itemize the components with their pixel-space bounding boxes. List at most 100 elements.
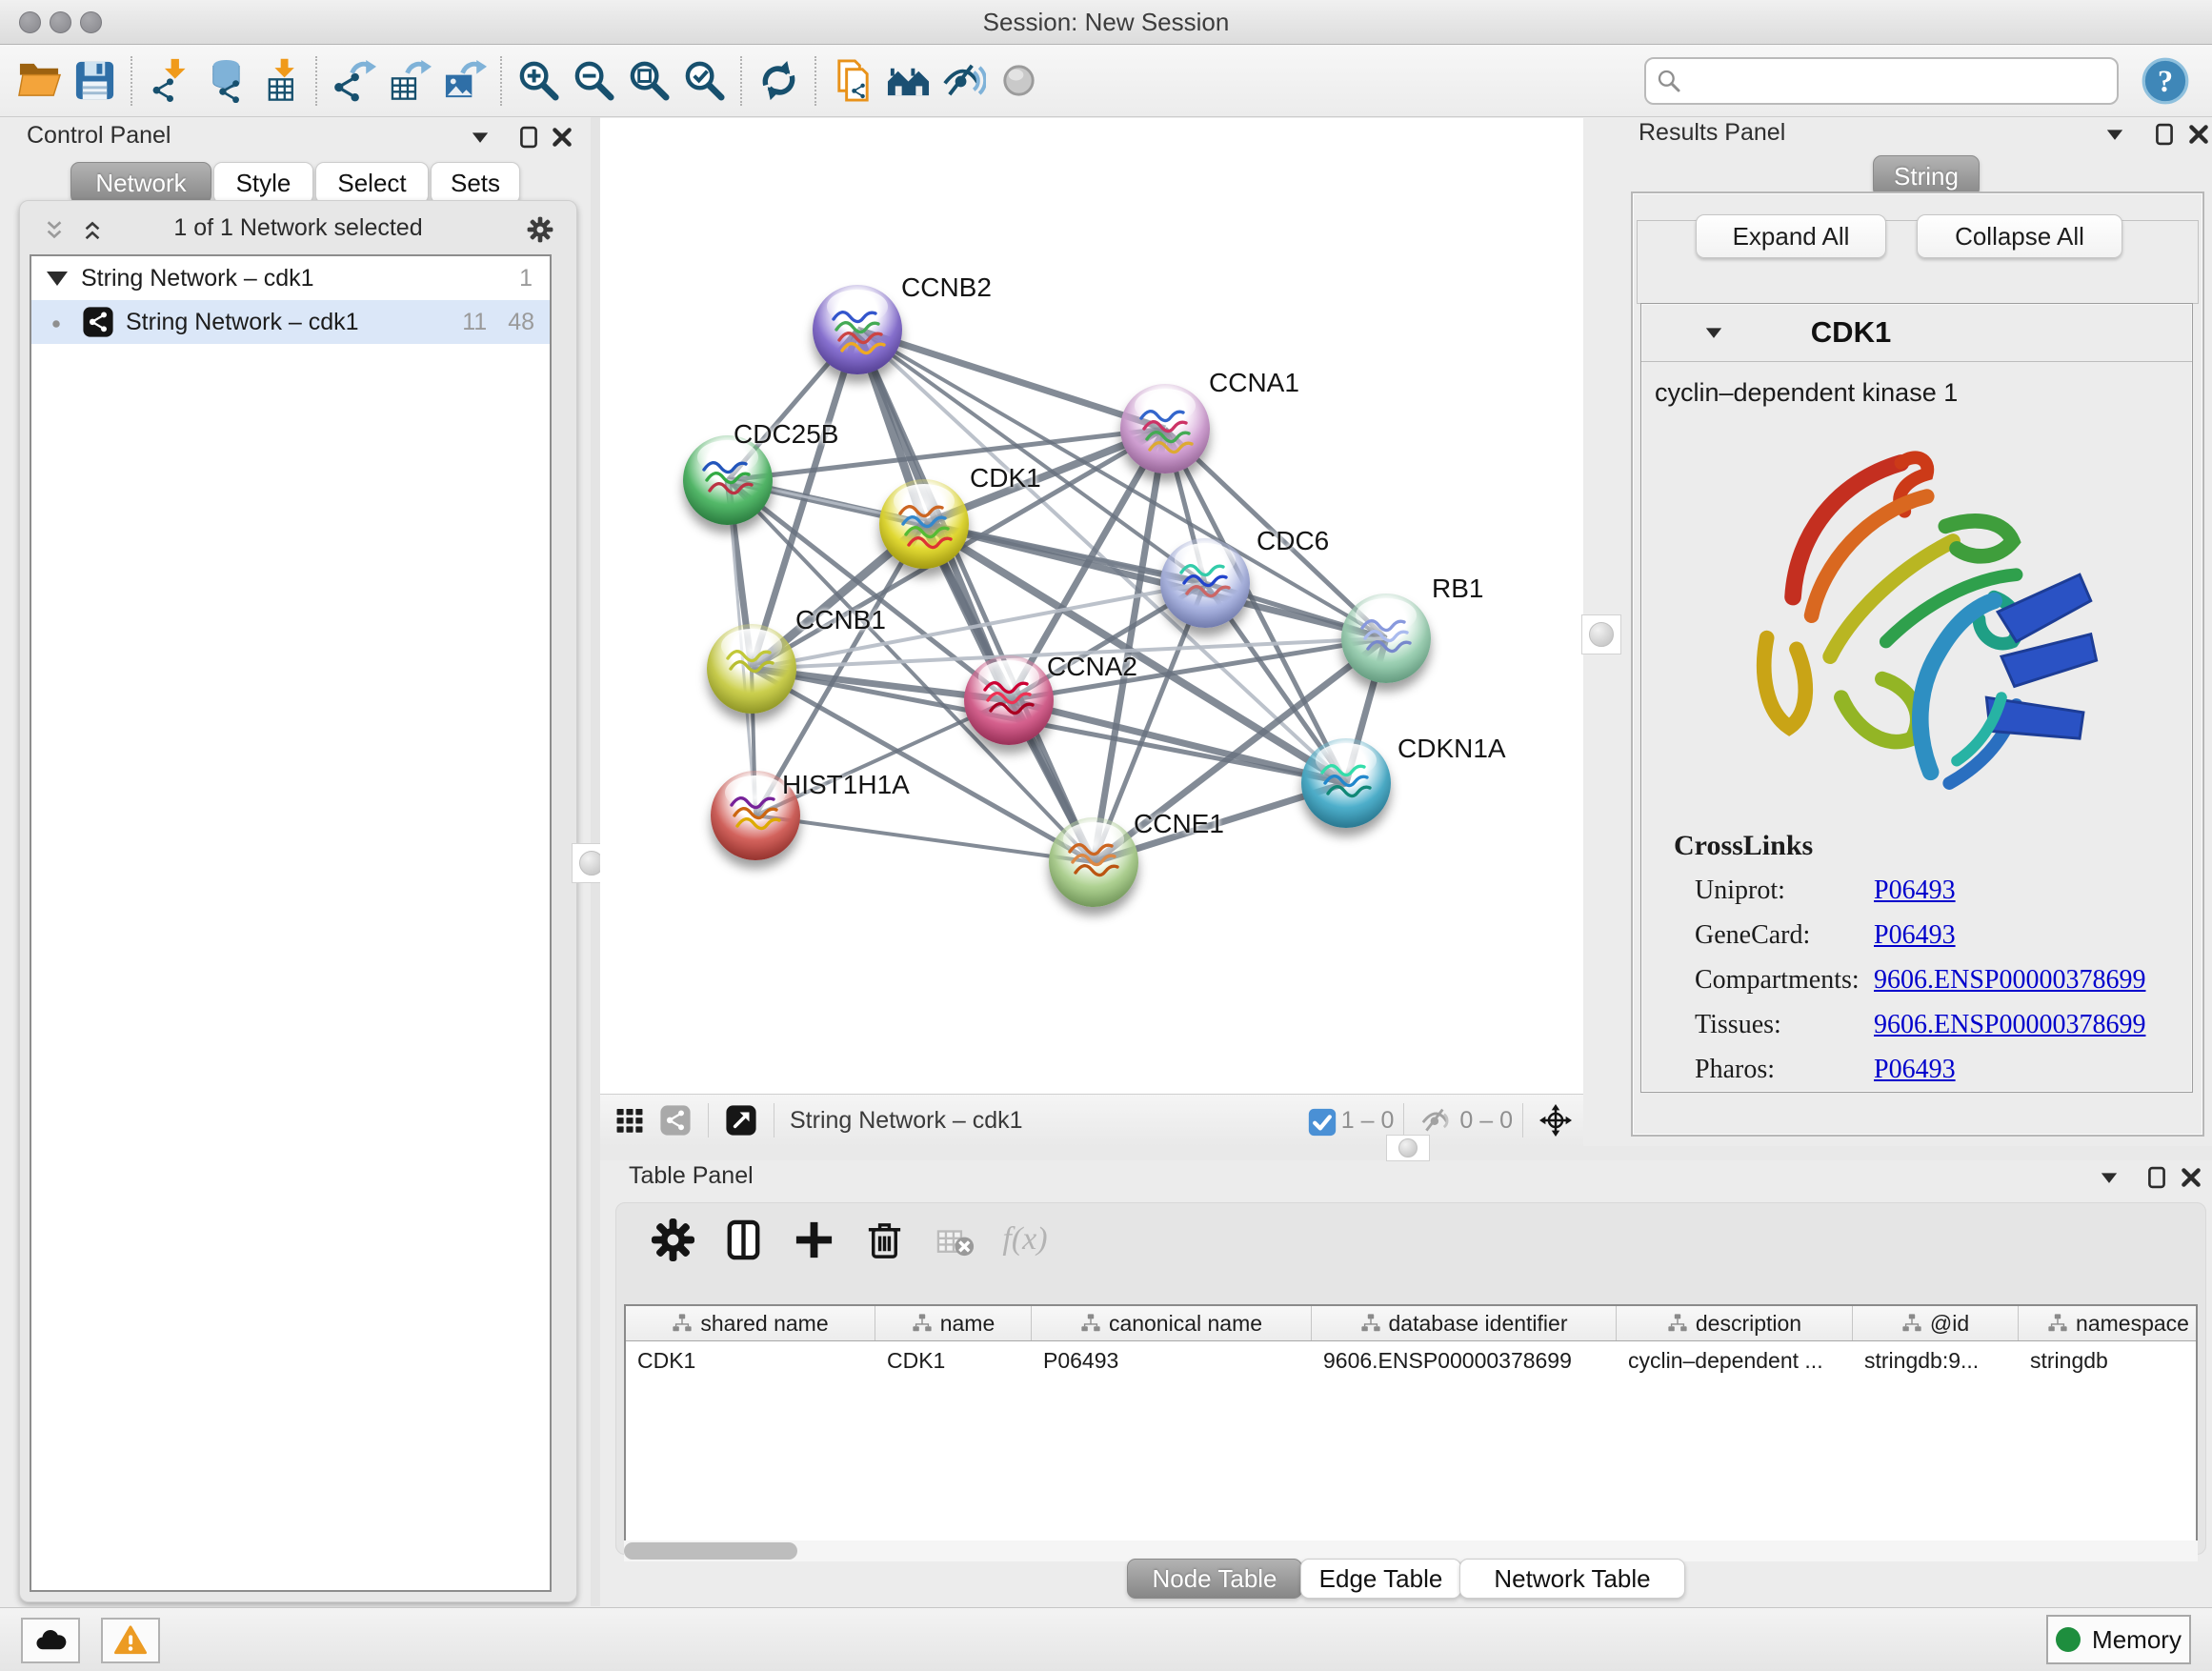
tab-network-table[interactable]: Network Table bbox=[1459, 1559, 1685, 1599]
network-tree: String Network – cdk11String Network – c… bbox=[30, 254, 552, 1592]
tab-network[interactable]: Network bbox=[70, 162, 211, 204]
sphere-icon[interactable] bbox=[991, 52, 1046, 110]
column-header-namespace[interactable]: namespace bbox=[2019, 1306, 2198, 1340]
network-node-CCNA1[interactable] bbox=[1120, 384, 1210, 473]
results-panel-close-icon[interactable] bbox=[2185, 121, 2212, 148]
toolbar-separator bbox=[740, 56, 742, 106]
protein-name: CDK1 bbox=[1756, 315, 1946, 350]
cell-namespace[interactable]: stringdb bbox=[2019, 1341, 2198, 1379]
column-header-database-identifier[interactable]: database identifier bbox=[1312, 1306, 1617, 1340]
crosslink-pharos--link[interactable]: P06493 bbox=[1874, 1055, 1956, 1085]
collapse-all-button[interactable]: Collapse All bbox=[1917, 214, 2122, 258]
network-canvas[interactable]: CCNB2CCNA1CDC25BCDK1CDC6RB1CCNB1CCNA2CDK… bbox=[600, 118, 1583, 1094]
delete-columns-icon[interactable] bbox=[849, 1215, 919, 1264]
crosslink-tissues--link[interactable]: 9606.ENSP00000378699 bbox=[1874, 1010, 2145, 1040]
results-panel-float-icon[interactable] bbox=[2151, 121, 2178, 148]
control-panel-close-icon[interactable] bbox=[549, 124, 575, 151]
control-panel-collapse-icon[interactable] bbox=[467, 124, 493, 151]
cell-description[interactable]: cyclin–dependent ... bbox=[1617, 1341, 1853, 1379]
table-panel-float-icon[interactable] bbox=[2143, 1164, 2170, 1191]
network-share-view-icon[interactable] bbox=[659, 1104, 692, 1137]
export-network-icon[interactable] bbox=[326, 52, 381, 110]
expand-all-button[interactable]: Expand All bbox=[1696, 214, 1886, 258]
control-panel-float-icon[interactable] bbox=[515, 124, 542, 151]
tab-style[interactable]: Style bbox=[213, 162, 313, 204]
network-node-CDK1[interactable] bbox=[879, 479, 969, 569]
network-status-bar: String Network – cdk1 1 – 0 0 – 0 bbox=[600, 1094, 1583, 1147]
zoom-out-icon[interactable] bbox=[566, 52, 621, 110]
refresh-icon[interactable] bbox=[751, 52, 806, 110]
zoom-in-icon[interactable] bbox=[511, 52, 566, 110]
network-node-CCNB1[interactable] bbox=[707, 624, 796, 714]
collection-expand-caret-icon[interactable] bbox=[47, 272, 68, 286]
network-row[interactable]: String Network – cdk11148 bbox=[31, 300, 550, 344]
cell-name[interactable]: CDK1 bbox=[875, 1341, 1032, 1379]
create-column-icon[interactable] bbox=[778, 1215, 849, 1264]
column-header-name[interactable]: name bbox=[875, 1306, 1032, 1340]
search-field[interactable] bbox=[1644, 57, 2119, 105]
zoom-selected-icon[interactable] bbox=[676, 52, 732, 110]
table-options-gear-icon[interactable] bbox=[637, 1215, 708, 1264]
zoom-fit-icon[interactable] bbox=[621, 52, 676, 110]
import-network-icon[interactable] bbox=[141, 52, 196, 110]
network-options-gear-icon[interactable] bbox=[527, 216, 553, 243]
cell-database-identifier[interactable]: 9606.ENSP00000378699 bbox=[1312, 1341, 1617, 1379]
column-header-canonical-name[interactable]: canonical name bbox=[1032, 1306, 1312, 1340]
protein-collapse-caret-icon[interactable] bbox=[1700, 319, 1727, 346]
copy-documents-icon[interactable] bbox=[825, 52, 880, 110]
column-header--id[interactable]: @id bbox=[1853, 1306, 2019, 1340]
network-grid-view-icon[interactable] bbox=[613, 1104, 646, 1137]
node-count: 11 bbox=[462, 309, 487, 336]
protein-section-header[interactable]: CDK1 bbox=[1641, 304, 2192, 362]
edge-HIST1H1A-CCNE1[interactable] bbox=[755, 815, 1094, 862]
import-table-icon[interactable] bbox=[251, 52, 307, 110]
delete-table-icon bbox=[919, 1215, 990, 1264]
network-collection-row[interactable]: String Network – cdk11 bbox=[31, 256, 550, 300]
column-header-shared-name[interactable]: shared name bbox=[626, 1306, 875, 1340]
detach-network-view-icon[interactable] bbox=[725, 1104, 757, 1137]
expand-all-networks-icon[interactable] bbox=[41, 217, 68, 244]
table-scrollbar-thumb[interactable] bbox=[624, 1542, 797, 1560]
save-session-icon[interactable] bbox=[67, 52, 122, 110]
warnings-button[interactable] bbox=[101, 1618, 160, 1663]
network-results-splitter-handle[interactable] bbox=[1581, 614, 1621, 654]
cell-shared-name[interactable]: CDK1 bbox=[626, 1341, 875, 1379]
crosslink-compartments--link[interactable]: 9606.ENSP00000378699 bbox=[1874, 965, 2145, 996]
cell-canonical-name[interactable]: P06493 bbox=[1032, 1341, 1312, 1379]
network-node-CDKN1A[interactable] bbox=[1301, 738, 1391, 828]
export-table-icon[interactable] bbox=[381, 52, 436, 110]
cloud-button[interactable] bbox=[21, 1618, 80, 1663]
show-columns-icon[interactable] bbox=[708, 1215, 778, 1264]
crosslink-genecard--link[interactable]: P06493 bbox=[1874, 920, 1956, 951]
column-header-description[interactable]: description bbox=[1617, 1306, 1853, 1340]
collapse-all-networks-icon[interactable] bbox=[79, 217, 106, 244]
selected-count-checkbox-icon[interactable] bbox=[1306, 1106, 1335, 1135]
tab-sets[interactable]: Sets bbox=[431, 162, 520, 204]
network-node-CDC6[interactable] bbox=[1160, 538, 1250, 628]
search-input[interactable] bbox=[1690, 61, 2109, 101]
cell--id[interactable]: stringdb:9... bbox=[1853, 1341, 2019, 1379]
tab-node-table[interactable]: Node Table bbox=[1127, 1559, 1302, 1599]
tab-edge-table[interactable]: Edge Table bbox=[1300, 1559, 1461, 1599]
network-node-RB1[interactable] bbox=[1341, 594, 1431, 683]
results-panel-collapse-icon[interactable] bbox=[2101, 121, 2128, 148]
crosslink-uniprot--link[interactable]: P06493 bbox=[1874, 876, 1956, 906]
network-node-CCNB2[interactable] bbox=[813, 285, 902, 374]
table-panel-collapse-icon[interactable] bbox=[2096, 1164, 2122, 1191]
network-node-CCNE1[interactable] bbox=[1049, 817, 1138, 907]
table-panel-close-icon[interactable] bbox=[2178, 1164, 2204, 1191]
fit-selected-crosshair-icon[interactable] bbox=[1539, 1104, 1572, 1137]
memory-button[interactable]: Memory bbox=[2046, 1615, 2191, 1664]
edge-CCNB2-CCNA1[interactable] bbox=[857, 330, 1165, 429]
network-table-splitter-handle[interactable] bbox=[1386, 1135, 1430, 1161]
node-label-CDKN1A: CDKN1A bbox=[1398, 734, 1506, 764]
node-table-content: f(x) shared namenamecanonical namedataba… bbox=[615, 1202, 2206, 1555]
eye-waves-icon[interactable] bbox=[935, 52, 991, 110]
help-button[interactable]: ? bbox=[2138, 52, 2193, 110]
export-image-icon[interactable] bbox=[436, 52, 492, 110]
import-database-icon[interactable] bbox=[196, 52, 251, 110]
network-node-CCNA2[interactable] bbox=[964, 655, 1054, 745]
tab-select[interactable]: Select bbox=[315, 162, 429, 204]
houses-icon[interactable] bbox=[880, 52, 935, 110]
open-folder-icon[interactable] bbox=[11, 52, 67, 110]
